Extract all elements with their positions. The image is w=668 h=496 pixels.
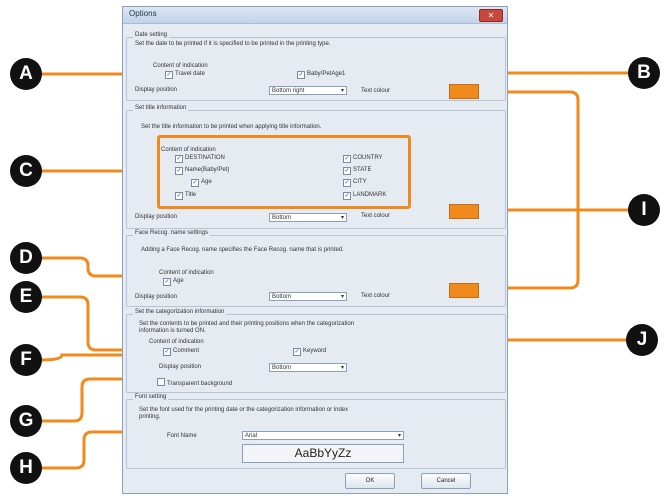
cancel-button[interactable]: Cancel bbox=[421, 473, 471, 489]
callout-d: D bbox=[10, 242, 42, 274]
callout-a: A bbox=[10, 58, 42, 90]
font-preview: AaBbYyZz bbox=[242, 444, 404, 463]
checkbox-box: ✓ bbox=[165, 71, 173, 79]
date-group-label: Date setting bbox=[133, 32, 170, 38]
baby-petage-checkbox[interactable]: ✓ Baby/PetAge1 bbox=[297, 71, 345, 79]
window-title: Options bbox=[129, 9, 157, 18]
face-content-label: Content of indication bbox=[159, 270, 214, 276]
callout-h: H bbox=[10, 452, 42, 484]
checkbox-box: ✓ bbox=[297, 71, 305, 79]
date-position-value: Bottom right bbox=[272, 88, 305, 94]
title-text-colour-label: Text colour bbox=[361, 213, 391, 219]
date-desc: Set the date to be printed if it is spec… bbox=[135, 41, 331, 47]
baby-petage-label: Baby/PetAge1 bbox=[307, 71, 346, 77]
ok-button[interactable]: OK bbox=[345, 473, 395, 489]
font-group-label: Font setting bbox=[133, 394, 169, 400]
face-colour-swatch[interactable] bbox=[449, 283, 479, 298]
comment-checkbox[interactable]: ✓ Comment bbox=[163, 348, 199, 356]
keyword-label: Keyword bbox=[303, 348, 327, 354]
title-position-select[interactable]: Bottom ▾ bbox=[269, 213, 347, 222]
title-bar: Options ✕ bbox=[123, 7, 507, 24]
title-position-value: Bottom bbox=[272, 215, 292, 221]
chevron-down-icon: ▾ bbox=[340, 365, 344, 371]
cat-desc-1: Set the contents to be printed and their… bbox=[139, 321, 355, 327]
title-colour-swatch[interactable] bbox=[449, 204, 479, 219]
options-dialog: Options ✕ Date setting Set the date to b… bbox=[122, 6, 508, 494]
chevron-down-icon: ▾ bbox=[340, 88, 344, 94]
face-display-label: Display position bbox=[135, 294, 178, 300]
callout-f: F bbox=[10, 344, 42, 376]
face-position-value: Bottom bbox=[272, 294, 292, 300]
checkbox-box: ✓ bbox=[163, 278, 171, 286]
checkbox-box: ✓ bbox=[163, 348, 171, 356]
close-button[interactable]: ✕ bbox=[479, 9, 503, 22]
font-select[interactable]: Arial ▾ bbox=[242, 431, 404, 440]
face-text-colour-label: Text colour bbox=[361, 293, 391, 299]
date-position-select[interactable]: Bottom right ▾ bbox=[269, 86, 347, 95]
font-desc-2: printing. bbox=[139, 414, 161, 420]
chevron-down-icon: ▾ bbox=[340, 215, 344, 221]
face-age-label: Age bbox=[173, 278, 184, 284]
font-desc-1: Set the font used for the printing date … bbox=[139, 407, 349, 413]
date-content-label: Content of indication bbox=[153, 63, 208, 69]
chevron-down-icon: ▾ bbox=[397, 433, 401, 439]
cat-content-label: Content of indication bbox=[149, 339, 204, 345]
face-position-select[interactable]: Bottom ▾ bbox=[269, 292, 347, 301]
cat-desc-2: information is turned ON. bbox=[139, 328, 206, 334]
callout-c: C bbox=[10, 155, 42, 187]
callout-g: G bbox=[10, 405, 42, 437]
title-display-label: Display position bbox=[135, 214, 178, 220]
transparent-bg-label: Transparent background bbox=[167, 381, 233, 387]
keyword-checkbox[interactable]: ✓ Keyword bbox=[293, 348, 326, 356]
face-age-checkbox[interactable]: ✓ Age bbox=[163, 278, 184, 286]
callout-j: J bbox=[626, 324, 658, 356]
title-desc: Set the title information to be printed … bbox=[141, 124, 322, 130]
callout-i: I bbox=[628, 194, 660, 226]
comment-label: Comment bbox=[173, 348, 200, 354]
callout-e: E bbox=[10, 281, 42, 313]
checkbox-box bbox=[157, 378, 165, 386]
chevron-down-icon: ▾ bbox=[340, 294, 344, 300]
cat-position-value: Bottom bbox=[272, 365, 292, 371]
cat-group-label: Set the categorization information bbox=[133, 309, 227, 315]
cat-position-select[interactable]: Bottom ▾ bbox=[269, 363, 347, 372]
travel-date-label: Travel date bbox=[175, 71, 205, 77]
face-group-label: Face Recog. name settings bbox=[133, 230, 211, 236]
date-colour-swatch[interactable] bbox=[449, 84, 479, 99]
date-text-colour-label: Text colour bbox=[361, 88, 391, 94]
font-value: Arial bbox=[245, 433, 258, 439]
callout-b: B bbox=[628, 57, 660, 89]
date-display-label: Display position bbox=[135, 87, 178, 93]
travel-date-checkbox[interactable]: ✓ Travel date bbox=[165, 71, 205, 79]
title-group-label: Set title information bbox=[133, 105, 189, 111]
transparent-bg-checkbox[interactable]: Transparent background bbox=[157, 378, 232, 387]
face-desc: Adding a Face Recog. name specifies the … bbox=[141, 247, 344, 253]
cat-display-label: Display position bbox=[159, 364, 202, 370]
title-content-highlight bbox=[157, 135, 411, 209]
checkbox-box: ✓ bbox=[293, 348, 301, 356]
font-name-label: Font Name bbox=[167, 433, 197, 439]
